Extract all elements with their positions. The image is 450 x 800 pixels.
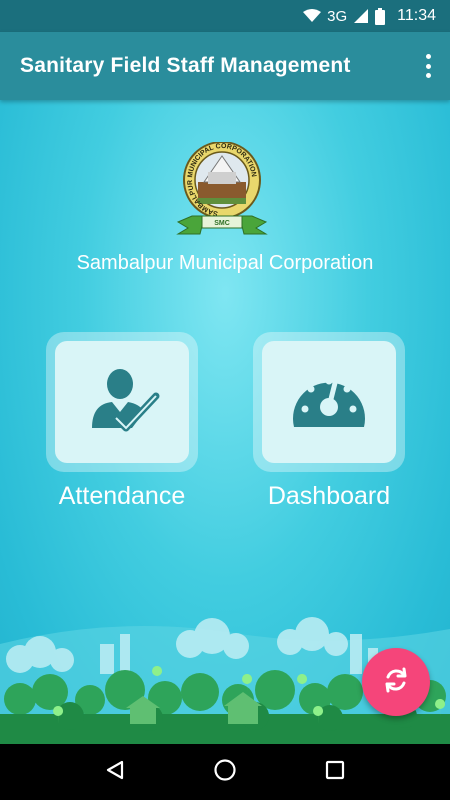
- signal-icon: [353, 8, 369, 24]
- refresh-fab[interactable]: [362, 648, 430, 716]
- dashboard-label[interactable]: Dashboard: [229, 482, 429, 511]
- attendance-tile[interactable]: [46, 332, 198, 472]
- system-nav-bar: [0, 744, 450, 800]
- back-icon[interactable]: [104, 759, 126, 786]
- org-name: Sambalpur Municipal Corporation: [76, 252, 374, 274]
- speedometer-icon: [288, 365, 370, 440]
- refresh-icon: [381, 665, 411, 700]
- main-content: SAMBALPUR MUNICIPAL CORPORATION SMC Samb…: [0, 100, 450, 744]
- recents-icon[interactable]: [324, 759, 346, 786]
- wifi-icon: [303, 9, 322, 23]
- attendance-button[interactable]: [55, 341, 189, 463]
- network-type: 3G: [327, 7, 348, 25]
- smc-logo: SAMBALPUR MUNICIPAL CORPORATION SMC: [172, 141, 272, 246]
- app-title: Sanitary Field Staff Management: [20, 54, 351, 77]
- battery-icon: [375, 7, 386, 25]
- dashboard-tile[interactable]: [253, 332, 405, 472]
- app-bar: Sanitary Field Staff Management: [0, 32, 450, 100]
- attendance-label[interactable]: Attendance: [22, 482, 222, 511]
- status-bar: 3G 11:34: [0, 0, 450, 32]
- home-icon[interactable]: [213, 758, 237, 787]
- person-check-icon: [82, 360, 162, 445]
- clock: 11:34: [397, 7, 436, 24]
- logo-banner-text: SMC: [214, 220, 230, 227]
- more-vert-icon[interactable]: [420, 52, 436, 80]
- dashboard-button[interactable]: [262, 341, 396, 463]
